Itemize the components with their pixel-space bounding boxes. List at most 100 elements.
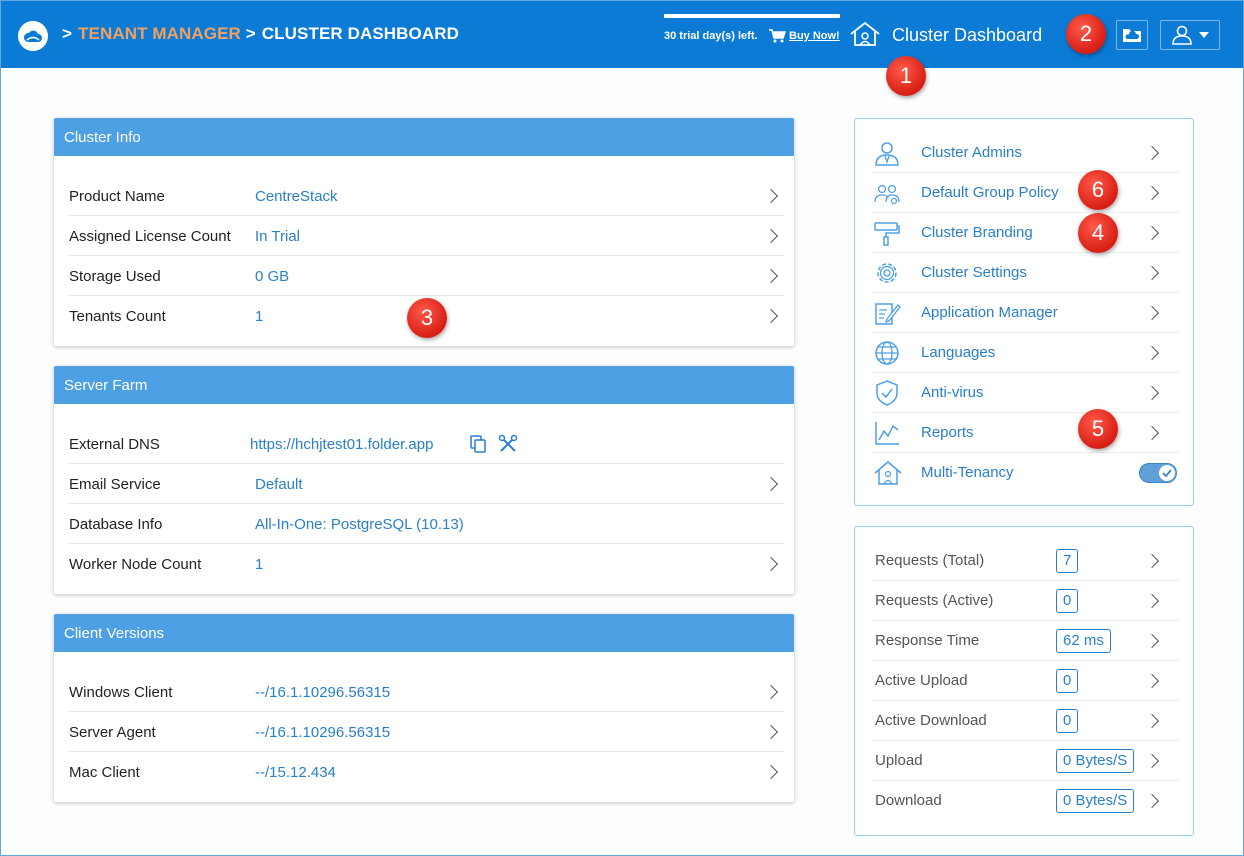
row-value[interactable]: 1 [255,556,263,573]
chevron-right-icon[interactable] [1144,753,1160,769]
stat-value: 0 [1056,709,1079,733]
server-farm-title: Server Farm [54,366,794,404]
multi-tenancy-toggle[interactable] [1139,463,1177,483]
row-label: Windows Client [69,684,173,701]
menu-item-languages[interactable]: Languages [871,333,1179,373]
chevron-right-icon[interactable] [1144,185,1160,201]
row-value[interactable]: All-In-One: PostgreSQL (10.13) [255,516,464,533]
chevron-right-icon[interactable] [763,228,779,244]
row-value[interactable]: 0 GB [255,268,289,285]
user-menu-button[interactable] [1160,20,1220,50]
server-farm-row-dns: External DNS https://hchjtest01.folder.a… [69,424,784,464]
stat-value: 0 Bytes/S [1056,789,1135,813]
row-value[interactable]: 1 [255,308,263,325]
server-farm-row-database: Database Info All-In-One: PostgreSQL (10… [69,504,784,544]
chevron-right-icon[interactable] [763,476,779,492]
client-versions-row-mac[interactable]: Mac Client --/15.12.434 [69,752,784,792]
group-policy-icon [873,179,901,207]
folder-button[interactable] [1116,20,1148,50]
menu-item-label: Cluster Settings [921,264,1027,281]
chevron-right-icon[interactable] [763,268,779,284]
stat-row-download[interactable]: Download 0 Bytes/S [871,781,1179,821]
chevron-right-icon[interactable] [1144,425,1160,441]
row-value[interactable]: CentreStack [255,188,338,205]
row-value[interactable]: Default [255,476,303,493]
breadcrumb-separator: > [245,24,256,43]
menu-item-label: Multi-Tenancy [921,464,1014,481]
cluster-info-row-product-name[interactable]: Product Name CentreStack [69,176,784,216]
app-manager-icon [873,299,901,327]
stat-value: 0 [1056,589,1079,613]
tools-icon[interactable] [498,434,518,454]
trial-progress-bar [664,14,840,18]
menu-item-default-group-policy[interactable]: Default Group Policy [871,173,1179,213]
chevron-right-icon[interactable] [1144,553,1160,569]
chevron-right-icon[interactable] [1144,793,1160,809]
client-versions-row-windows[interactable]: Windows Client --/16.1.10296.56315 [69,672,784,712]
breadcrumb-current: CLUSTER DASHBOARD [261,24,459,43]
stat-row-requests-total[interactable]: Requests (Total) 7 [871,541,1179,581]
user-icon [1172,25,1192,45]
stat-label: Requests (Active) [875,592,994,609]
stat-row-requests-active[interactable]: Requests (Active) 0 [871,581,1179,621]
stat-row-response-time[interactable]: Response Time 62 ms [871,621,1179,661]
menu-item-multi-tenancy[interactable]: Multi-Tenancy [871,453,1179,493]
menu-item-cluster-admins[interactable]: Cluster Admins [871,133,1179,173]
chevron-right-icon[interactable] [763,556,779,572]
chevron-right-icon[interactable] [1144,145,1160,161]
chevron-right-icon[interactable] [1144,265,1160,281]
stat-row-active-download[interactable]: Active Download 0 [871,701,1179,741]
chevron-right-icon[interactable] [763,308,779,324]
cluster-info-title: Cluster Info [54,118,794,156]
cart-icon[interactable] [768,28,786,44]
server-farm-row-worker-nodes[interactable]: Worker Node Count 1 [69,544,784,584]
menu-item-cluster-branding[interactable]: Cluster Branding [871,213,1179,253]
stat-row-active-upload[interactable]: Active Upload 0 [871,661,1179,701]
menu-item-label: Application Manager [921,304,1058,321]
breadcrumb-separator: > [62,24,73,43]
stat-label: Active Upload [875,672,968,689]
row-value[interactable]: --/16.1.10296.56315 [255,724,390,741]
copy-icon[interactable] [470,435,486,453]
toggle-knob [1159,465,1175,481]
menu-item-anti-virus[interactable]: Anti-virus [871,373,1179,413]
row-label: Tenants Count [69,308,166,325]
menu-item-reports[interactable]: Reports [871,413,1179,453]
chevron-right-icon[interactable] [763,764,779,780]
row-value[interactable]: https://hchjtest01.folder.app [250,436,433,453]
chevron-right-icon[interactable] [763,188,779,204]
row-value[interactable]: --/15.12.434 [255,764,336,781]
cluster-info-row-storage[interactable]: Storage Used 0 GB [69,256,784,296]
chevron-right-icon[interactable] [1144,593,1160,609]
breadcrumb: > TENANT MANAGER > CLUSTER DASHBOARD [62,24,459,44]
cloud-logo-icon[interactable] [18,21,48,51]
folder-icon [1123,29,1141,42]
stat-label: Response Time [875,632,980,649]
caret-down-icon [1199,32,1209,38]
chevron-right-icon[interactable] [1144,633,1160,649]
buy-now-link[interactable]: Buy Now! [789,30,840,42]
chevron-right-icon[interactable] [1144,385,1160,401]
globe-icon [873,339,901,367]
client-versions-row-server-agent[interactable]: Server Agent --/16.1.10296.56315 [69,712,784,752]
cluster-info-row-license[interactable]: Assigned License Count In Trial [69,216,784,256]
chevron-right-icon[interactable] [1144,305,1160,321]
server-farm-row-email[interactable]: Email Service Default [69,464,784,504]
chevron-right-icon[interactable] [763,684,779,700]
breadcrumb-tenant-manager[interactable]: TENANT MANAGER [78,24,241,43]
chevron-right-icon[interactable] [1144,673,1160,689]
row-value[interactable]: --/16.1.10296.56315 [255,684,390,701]
chevron-right-icon[interactable] [1144,713,1160,729]
row-label: Product Name [69,188,165,205]
gear-icon [873,259,901,287]
client-versions-title: Client Versions [54,614,794,652]
chevron-right-icon[interactable] [1144,345,1160,361]
menu-item-application-manager[interactable]: Application Manager [871,293,1179,333]
row-value[interactable]: In Trial [255,228,300,245]
menu-item-cluster-settings[interactable]: Cluster Settings [871,253,1179,293]
stat-label: Requests (Total) [875,552,985,569]
check-icon [1162,469,1172,477]
stat-row-upload[interactable]: Upload 0 Bytes/S [871,741,1179,781]
chevron-right-icon[interactable] [1144,225,1160,241]
chevron-right-icon[interactable] [763,724,779,740]
